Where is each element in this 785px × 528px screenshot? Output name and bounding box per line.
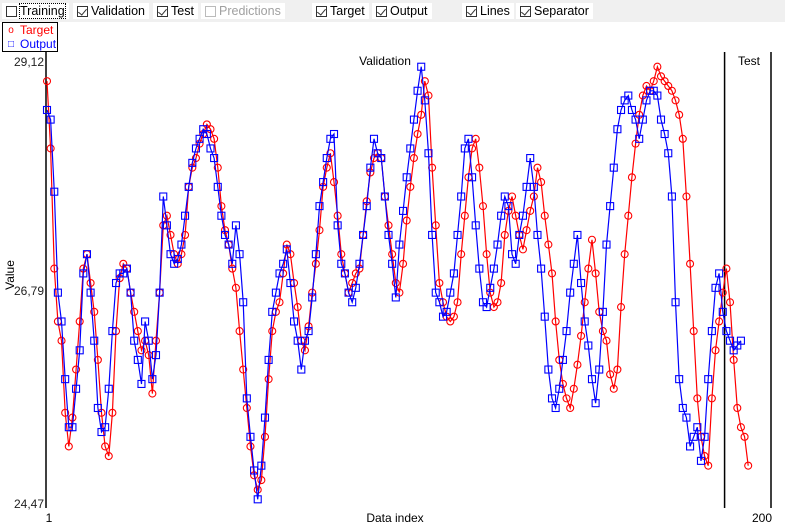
- data-point-output: [42, 105, 52, 115]
- chart-svg: Validation Test 29,12 26,79 24,47 1 200 …: [3, 28, 772, 525]
- x-axis-label: Data index: [366, 511, 423, 525]
- y-tick-min: 24,47: [14, 497, 44, 511]
- legend-item-target: o Target: [3, 23, 57, 37]
- legend-label-target: Target: [20, 23, 54, 37]
- section-label-test: Test: [738, 54, 761, 68]
- axes: [45, 28, 772, 508]
- section-label-validation: Validation: [359, 54, 411, 68]
- y-axis-label: Value: [3, 260, 17, 290]
- x-tick-min: 1: [46, 511, 53, 525]
- series-output: [42, 62, 745, 504]
- series-layer: [42, 62, 753, 504]
- y-tick-mid: 26,79: [14, 284, 44, 298]
- legend-label-output: Output: [20, 37, 57, 51]
- legend-item-output: □ Output: [3, 37, 57, 51]
- x-tick-max: 200: [752, 511, 772, 525]
- square-marker-icon: □: [7, 38, 15, 50]
- circle-marker-icon: o: [8, 24, 14, 36]
- y-tick-max: 29,12: [14, 55, 44, 69]
- legend: o Target □ Output: [2, 22, 58, 52]
